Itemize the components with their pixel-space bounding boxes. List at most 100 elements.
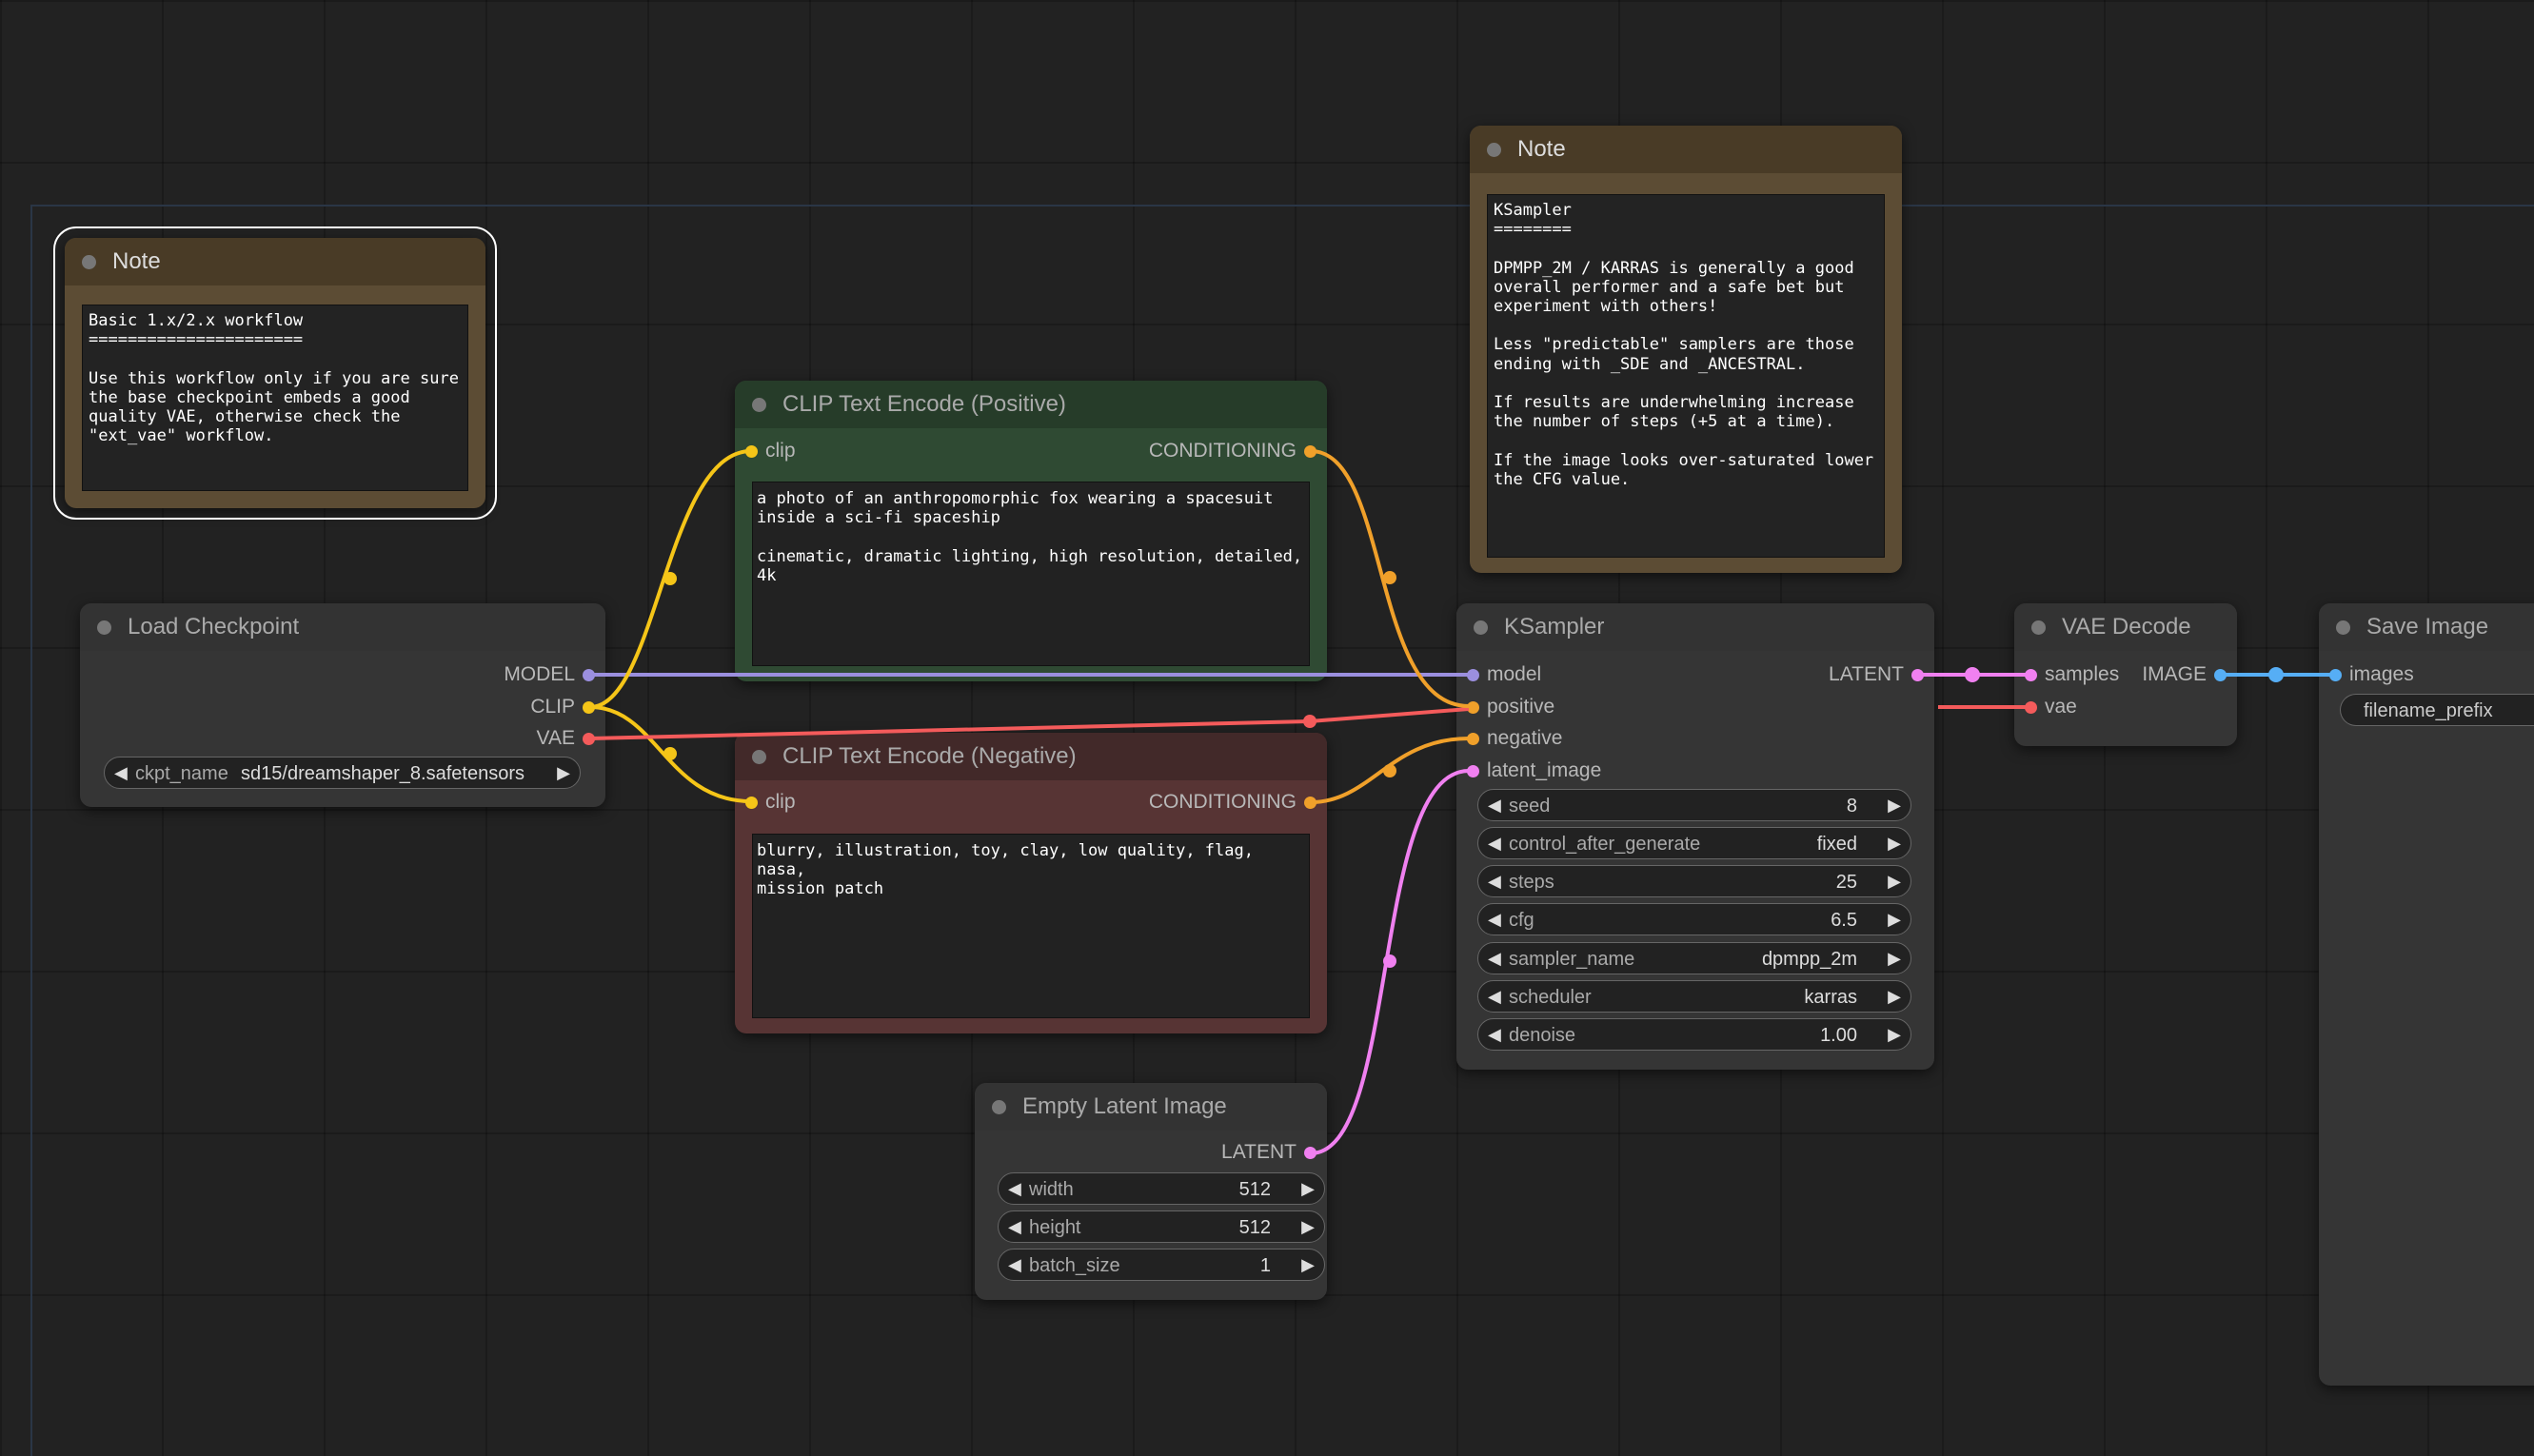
increment-arrow-icon[interactable]: ▶ <box>1888 872 1901 892</box>
node-title-bar[interactable]: Save Image <box>2319 603 2534 651</box>
increment-arrow-icon[interactable]: ▶ <box>1301 1217 1315 1237</box>
node-title-bar[interactable]: Note <box>65 238 485 285</box>
output-conditioning[interactable]: CONDITIONING <box>1149 786 1327 818</box>
decrement-arrow-icon[interactable]: ◀ <box>1488 910 1501 930</box>
batch-size-stepper[interactable]: ◀ batch_size 1 ▶ <box>998 1249 1325 1281</box>
node-title-bar[interactable]: VAE Decode <box>2014 603 2237 651</box>
increment-arrow-icon[interactable]: ▶ <box>557 763 570 783</box>
ksampler-node[interactable]: KSampler model positive negative latent_… <box>1456 603 1934 1070</box>
increment-arrow-icon[interactable]: ▶ <box>1888 910 1901 930</box>
clip-slot-dot[interactable] <box>745 445 758 458</box>
positive-prompt-textarea[interactable]: a photo of an anthropomorphic fox wearin… <box>752 482 1310 666</box>
node-title-bar[interactable]: CLIP Text Encode (Negative) <box>735 733 1327 780</box>
denoise-stepper[interactable]: ◀ denoise 1.00 ▶ <box>1477 1018 1911 1051</box>
image-slot-dot[interactable] <box>2214 669 2227 681</box>
model-slot-dot[interactable] <box>1467 669 1479 681</box>
collapse-dot-icon[interactable] <box>2336 620 2350 635</box>
increment-arrow-icon[interactable]: ▶ <box>1888 1025 1901 1045</box>
seed-stepper[interactable]: ◀ seed 8 ▶ <box>1477 789 1911 821</box>
decrement-arrow-icon[interactable]: ◀ <box>1008 1179 1021 1199</box>
input-clip[interactable]: clip <box>735 786 796 818</box>
decrement-arrow-icon[interactable]: ◀ <box>1488 949 1501 969</box>
collapse-dot-icon[interactable] <box>992 1100 1006 1114</box>
increment-arrow-icon[interactable]: ▶ <box>1888 949 1901 969</box>
empty-latent-image-node[interactable]: Empty Latent Image LATENT ◀ width 512 ▶ … <box>975 1083 1327 1300</box>
output-clip[interactable]: CLIP <box>530 691 605 723</box>
conditioning-slot-dot[interactable] <box>1467 701 1479 714</box>
input-positive[interactable]: positive <box>1456 691 1554 723</box>
ckpt-name-combo[interactable]: ◀ ckpt_name sd15/dreamshaper_8.safetenso… <box>104 757 581 789</box>
decrement-arrow-icon[interactable]: ◀ <box>1488 987 1501 1007</box>
node-title-bar[interactable]: Load Checkpoint <box>80 603 605 651</box>
negative-prompt-textarea[interactable]: blurry, illustration, toy, clay, low qua… <box>752 834 1310 1018</box>
input-latent-image[interactable]: latent_image <box>1456 755 1601 787</box>
filename-prefix-input[interactable]: filename_prefix <box>2340 694 2534 726</box>
collapse-dot-icon[interactable] <box>82 255 96 269</box>
latent-slot-dot[interactable] <box>2025 669 2037 681</box>
collapse-dot-icon[interactable] <box>752 398 766 412</box>
collapse-dot-icon[interactable] <box>97 620 111 635</box>
conditioning-slot-dot[interactable] <box>1304 445 1316 458</box>
decrement-arrow-icon[interactable]: ◀ <box>1008 1217 1021 1237</box>
cfg-stepper[interactable]: ◀ cfg 6.5 ▶ <box>1477 903 1911 935</box>
height-stepper[interactable]: ◀ height 512 ▶ <box>998 1210 1325 1243</box>
increment-arrow-icon[interactable]: ▶ <box>1301 1255 1315 1275</box>
input-clip[interactable]: clip <box>735 435 796 467</box>
increment-arrow-icon[interactable]: ▶ <box>1888 834 1901 854</box>
note-node-ksampler[interactable]: Note KSampler ======== DPMPP_2M / KARRAS… <box>1470 126 1902 573</box>
note-node-workflow[interactable]: Note Basic 1.x/2.x workflow ============… <box>53 226 497 520</box>
node-title-bar[interactable]: KSampler <box>1456 603 1934 651</box>
input-samples[interactable]: samples <box>2014 659 2119 691</box>
input-vae[interactable]: vae <box>2014 691 2077 723</box>
collapse-dot-icon[interactable] <box>752 750 766 764</box>
save-image-node[interactable]: Save Image images filename_prefix <box>2319 603 2534 1386</box>
node-title-bar[interactable]: Note <box>1470 126 1902 173</box>
input-model[interactable]: model <box>1456 659 1541 691</box>
node-title-bar[interactable]: CLIP Text Encode (Positive) <box>735 381 1327 428</box>
collapse-dot-icon[interactable] <box>1474 620 1488 635</box>
vae-slot-dot[interactable] <box>583 733 595 745</box>
steps-stepper[interactable]: ◀ steps 25 ▶ <box>1477 865 1911 897</box>
increment-arrow-icon[interactable]: ▶ <box>1888 796 1901 816</box>
output-image[interactable]: IMAGE <box>2142 659 2237 691</box>
vae-slot-dot[interactable] <box>2025 701 2037 714</box>
output-vae[interactable]: VAE <box>537 722 605 755</box>
output-model[interactable]: MODEL <box>504 659 605 691</box>
collapse-dot-icon[interactable] <box>1487 143 1501 157</box>
conditioning-slot-dot[interactable] <box>1304 797 1316 809</box>
decrement-arrow-icon[interactable]: ◀ <box>1488 834 1501 854</box>
latent-slot-dot[interactable] <box>1467 765 1479 777</box>
clip-slot-dot[interactable] <box>745 797 758 809</box>
model-slot-dot[interactable] <box>583 669 595 681</box>
width-stepper[interactable]: ◀ width 512 ▶ <box>998 1172 1325 1205</box>
vae-decode-node[interactable]: VAE Decode samples vae IMAGE <box>2014 603 2237 746</box>
graph-canvas[interactable]: Note Basic 1.x/2.x workflow ============… <box>0 0 2534 1456</box>
decrement-arrow-icon[interactable]: ◀ <box>1488 1025 1501 1045</box>
output-latent[interactable]: LATENT <box>1221 1136 1327 1169</box>
decrement-arrow-icon[interactable]: ◀ <box>1488 796 1501 816</box>
increment-arrow-icon[interactable]: ▶ <box>1301 1179 1315 1199</box>
output-conditioning[interactable]: CONDITIONING <box>1149 435 1327 467</box>
conditioning-slot-dot[interactable] <box>1467 733 1479 745</box>
latent-slot-dot[interactable] <box>1911 669 1924 681</box>
load-checkpoint-node[interactable]: Load Checkpoint MODEL CLIP VAE ◀ ckpt_na… <box>80 603 605 807</box>
control-after-generate-combo[interactable]: ◀ control_after_generate fixed ▶ <box>1477 827 1911 859</box>
note-textarea[interactable]: KSampler ======== DPMPP_2M / KARRAS is g… <box>1487 194 1885 558</box>
scheduler-combo[interactable]: ◀ scheduler karras ▶ <box>1477 980 1911 1013</box>
clip-text-encode-negative-node[interactable]: CLIP Text Encode (Negative) clip CONDITI… <box>735 733 1327 1033</box>
collapse-dot-icon[interactable] <box>2031 620 2046 635</box>
clip-slot-dot[interactable] <box>583 701 595 714</box>
decrement-arrow-icon[interactable]: ◀ <box>1488 872 1501 892</box>
sampler-name-combo[interactable]: ◀ sampler_name dpmpp_2m ▶ <box>1477 942 1911 974</box>
decrement-arrow-icon[interactable]: ◀ <box>1008 1255 1021 1275</box>
latent-slot-dot[interactable] <box>1304 1147 1316 1159</box>
input-images[interactable]: images <box>2319 659 2414 691</box>
increment-arrow-icon[interactable]: ▶ <box>1888 987 1901 1007</box>
node-title-bar[interactable]: Empty Latent Image <box>975 1083 1327 1131</box>
note-textarea[interactable]: Basic 1.x/2.x workflow =================… <box>82 305 468 491</box>
output-latent[interactable]: LATENT <box>1829 659 1934 691</box>
clip-text-encode-positive-node[interactable]: CLIP Text Encode (Positive) clip CONDITI… <box>735 381 1327 681</box>
input-negative[interactable]: negative <box>1456 722 1562 755</box>
image-slot-dot[interactable] <box>2329 669 2342 681</box>
decrement-arrow-icon[interactable]: ◀ <box>114 763 128 783</box>
